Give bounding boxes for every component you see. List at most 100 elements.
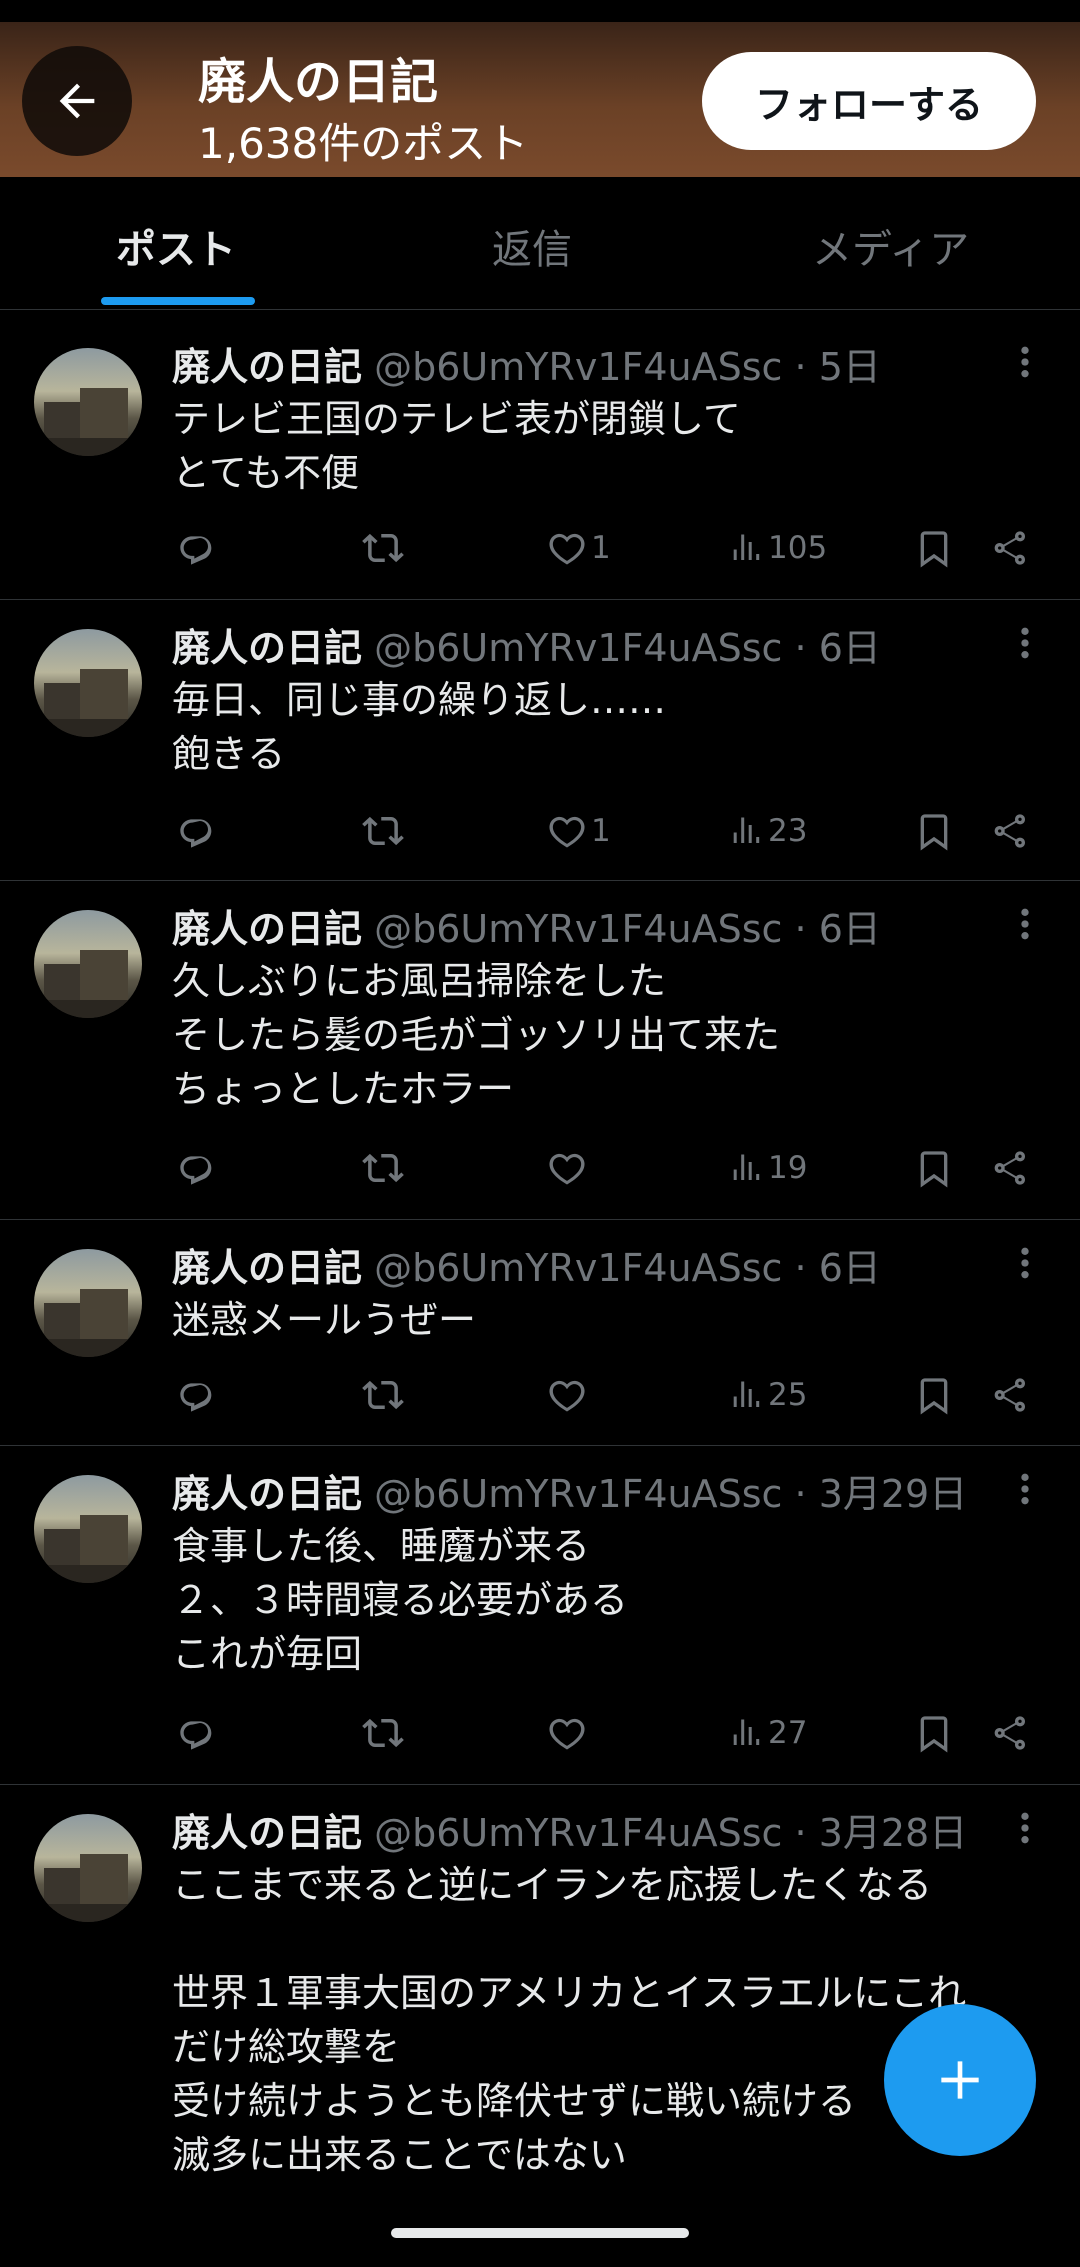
author-handle[interactable]: @b6UmYRv1F4uASsc: [374, 907, 782, 951]
views-button[interactable]: 19: [724, 1140, 807, 1196]
post-text: 迷惑メールうぜー: [172, 1298, 477, 1342]
avatar[interactable]: [34, 1249, 142, 1357]
home-indicator[interactable]: [391, 2228, 689, 2238]
more-options-icon[interactable]: [1010, 1469, 1040, 1509]
share-button[interactable]: [986, 520, 1030, 576]
repost-icon: [362, 810, 404, 852]
avatar[interactable]: [34, 910, 142, 1018]
post-meta: 廃人の日記 @b6UmYRv1F4uASsc · 6日: [172, 617, 881, 672]
heart-icon: [547, 1713, 587, 1753]
reply-button[interactable]: [172, 1705, 216, 1761]
view-count: 19: [768, 1150, 808, 1186]
more-options-icon[interactable]: [1010, 623, 1040, 663]
more-options-icon[interactable]: [1010, 1808, 1040, 1848]
like-button[interactable]: [543, 1705, 591, 1761]
reply-icon: [176, 1148, 216, 1188]
avatar[interactable]: [34, 1814, 142, 1922]
view-count: 105: [768, 530, 828, 566]
post-actions: 1 23: [0, 803, 1080, 859]
tab-replies[interactable]: 返信: [492, 217, 572, 275]
repost-icon: [362, 1147, 404, 1189]
tab-posts[interactable]: ポスト: [116, 217, 236, 275]
author-name[interactable]: 廃人の日記: [172, 1811, 362, 1855]
back-button[interactable]: [22, 46, 132, 156]
repost-button[interactable]: [358, 1705, 404, 1761]
author-handle[interactable]: @b6UmYRv1F4uASsc: [374, 345, 782, 389]
post-item[interactable]: 廃人の日記 @b6UmYRv1F4uASsc · 6日 毎日、同じ事の繰り返し………: [0, 599, 1080, 881]
share-button[interactable]: [986, 1705, 1030, 1761]
bookmark-button[interactable]: [910, 1705, 954, 1761]
share-button[interactable]: [986, 1140, 1030, 1196]
reply-button[interactable]: [172, 520, 216, 576]
views-button[interactable]: 105: [724, 520, 827, 576]
author-handle[interactable]: @b6UmYRv1F4uASsc: [374, 1472, 782, 1516]
avatar[interactable]: [34, 348, 142, 456]
post-item[interactable]: 廃人の日記 @b6UmYRv1F4uASsc · 3月29日 食事した後、睡魔が来…: [0, 1445, 1080, 1785]
more-options-icon[interactable]: [1010, 1243, 1040, 1283]
reply-icon: [176, 1713, 216, 1753]
post-meta: 廃人の日記 @b6UmYRv1F4uASsc · 3月28日: [172, 1802, 967, 1857]
like-button[interactable]: 1: [543, 803, 611, 859]
more-options-icon[interactable]: [1010, 342, 1040, 382]
repost-button[interactable]: [358, 520, 404, 576]
post-meta: 廃人の日記 @b6UmYRv1F4uASsc · 5日: [172, 336, 881, 391]
post-item[interactable]: 廃人の日記 @b6UmYRv1F4uASsc · 6日 久しぶりにお風呂掃除をした…: [0, 880, 1080, 1220]
views-button[interactable]: 23: [724, 803, 807, 859]
post-text: 久しぶりにお風呂掃除をした そしたら髪の毛がゴッソリ出て来た ちょっとしたホラー: [172, 959, 781, 1111]
like-button[interactable]: [543, 1140, 591, 1196]
follow-button[interactable]: フォローする: [702, 52, 1036, 150]
share-icon: [990, 1148, 1030, 1188]
author-name[interactable]: 廃人の日記: [172, 626, 362, 670]
compose-button[interactable]: [884, 2004, 1036, 2156]
views-button[interactable]: 27: [724, 1705, 807, 1761]
reply-icon: [176, 1375, 216, 1415]
post-meta: 廃人の日記 @b6UmYRv1F4uASsc · 6日: [172, 1237, 881, 1292]
avatar[interactable]: [34, 629, 142, 737]
share-icon: [990, 1713, 1030, 1753]
repost-button[interactable]: [358, 803, 404, 859]
bookmark-button[interactable]: [910, 520, 954, 576]
heart-icon: [547, 1148, 587, 1188]
post-item[interactable]: 廃人の日記 @b6UmYRv1F4uASsc · 5日テレビ王国のテレビ表が閉鎖…: [0, 309, 1080, 600]
author-name[interactable]: 廃人の日記: [172, 345, 362, 389]
view-count: 23: [768, 813, 808, 849]
heart-icon: [547, 1375, 587, 1415]
heart-icon: [547, 811, 587, 851]
avatar[interactable]: [34, 1475, 142, 1583]
author-handle[interactable]: @b6UmYRv1F4uASsc: [374, 1811, 782, 1855]
bookmark-button[interactable]: [910, 803, 954, 859]
post-time: · 6日: [794, 1246, 881, 1290]
like-count: 1: [591, 813, 611, 849]
more-options-icon[interactable]: [1010, 904, 1040, 944]
author-name[interactable]: 廃人の日記: [172, 1472, 362, 1516]
back-arrow-icon: [59, 83, 95, 119]
profile-name: 廃人の日記: [198, 54, 439, 110]
post-item[interactable]: 廃人の日記 @b6UmYRv1F4uASsc · 6日迷惑メールうぜー 25: [0, 1219, 1080, 1446]
repost-button[interactable]: [358, 1140, 404, 1196]
author-name[interactable]: 廃人の日記: [172, 907, 362, 951]
view-count: 25: [768, 1377, 808, 1413]
reply-button[interactable]: [172, 803, 216, 859]
like-button[interactable]: 1: [543, 520, 611, 576]
reply-icon: [176, 811, 216, 851]
share-button[interactable]: [986, 803, 1030, 859]
views-button[interactable]: 25: [724, 1367, 807, 1423]
author-name[interactable]: 廃人の日記: [172, 1246, 362, 1290]
bookmark-icon: [914, 1147, 954, 1189]
post-text: テレビ王国のテレビ表が閉鎖して とても不便: [172, 397, 741, 495]
share-button[interactable]: [986, 1367, 1030, 1423]
plus-icon: [941, 2061, 979, 2099]
post-time: · 6日: [794, 907, 881, 951]
tab-media[interactable]: メディア: [812, 217, 969, 275]
author-handle[interactable]: @b6UmYRv1F4uASsc: [374, 626, 782, 670]
repost-button[interactable]: [358, 1367, 404, 1423]
bookmark-icon: [914, 810, 954, 852]
reply-button[interactable]: [172, 1140, 216, 1196]
author-handle[interactable]: @b6UmYRv1F4uASsc: [374, 1246, 782, 1290]
bookmark-button[interactable]: [910, 1140, 954, 1196]
reply-button[interactable]: [172, 1367, 216, 1423]
like-button[interactable]: [543, 1367, 591, 1423]
post-text: ここまで来ると逆にイランを応援したくなる 世界１軍事大国のアメリカとイスラエルに…: [172, 1863, 967, 2177]
post-meta: 廃人の日記 @b6UmYRv1F4uASsc · 6日: [172, 898, 881, 953]
bookmark-button[interactable]: [910, 1367, 954, 1423]
